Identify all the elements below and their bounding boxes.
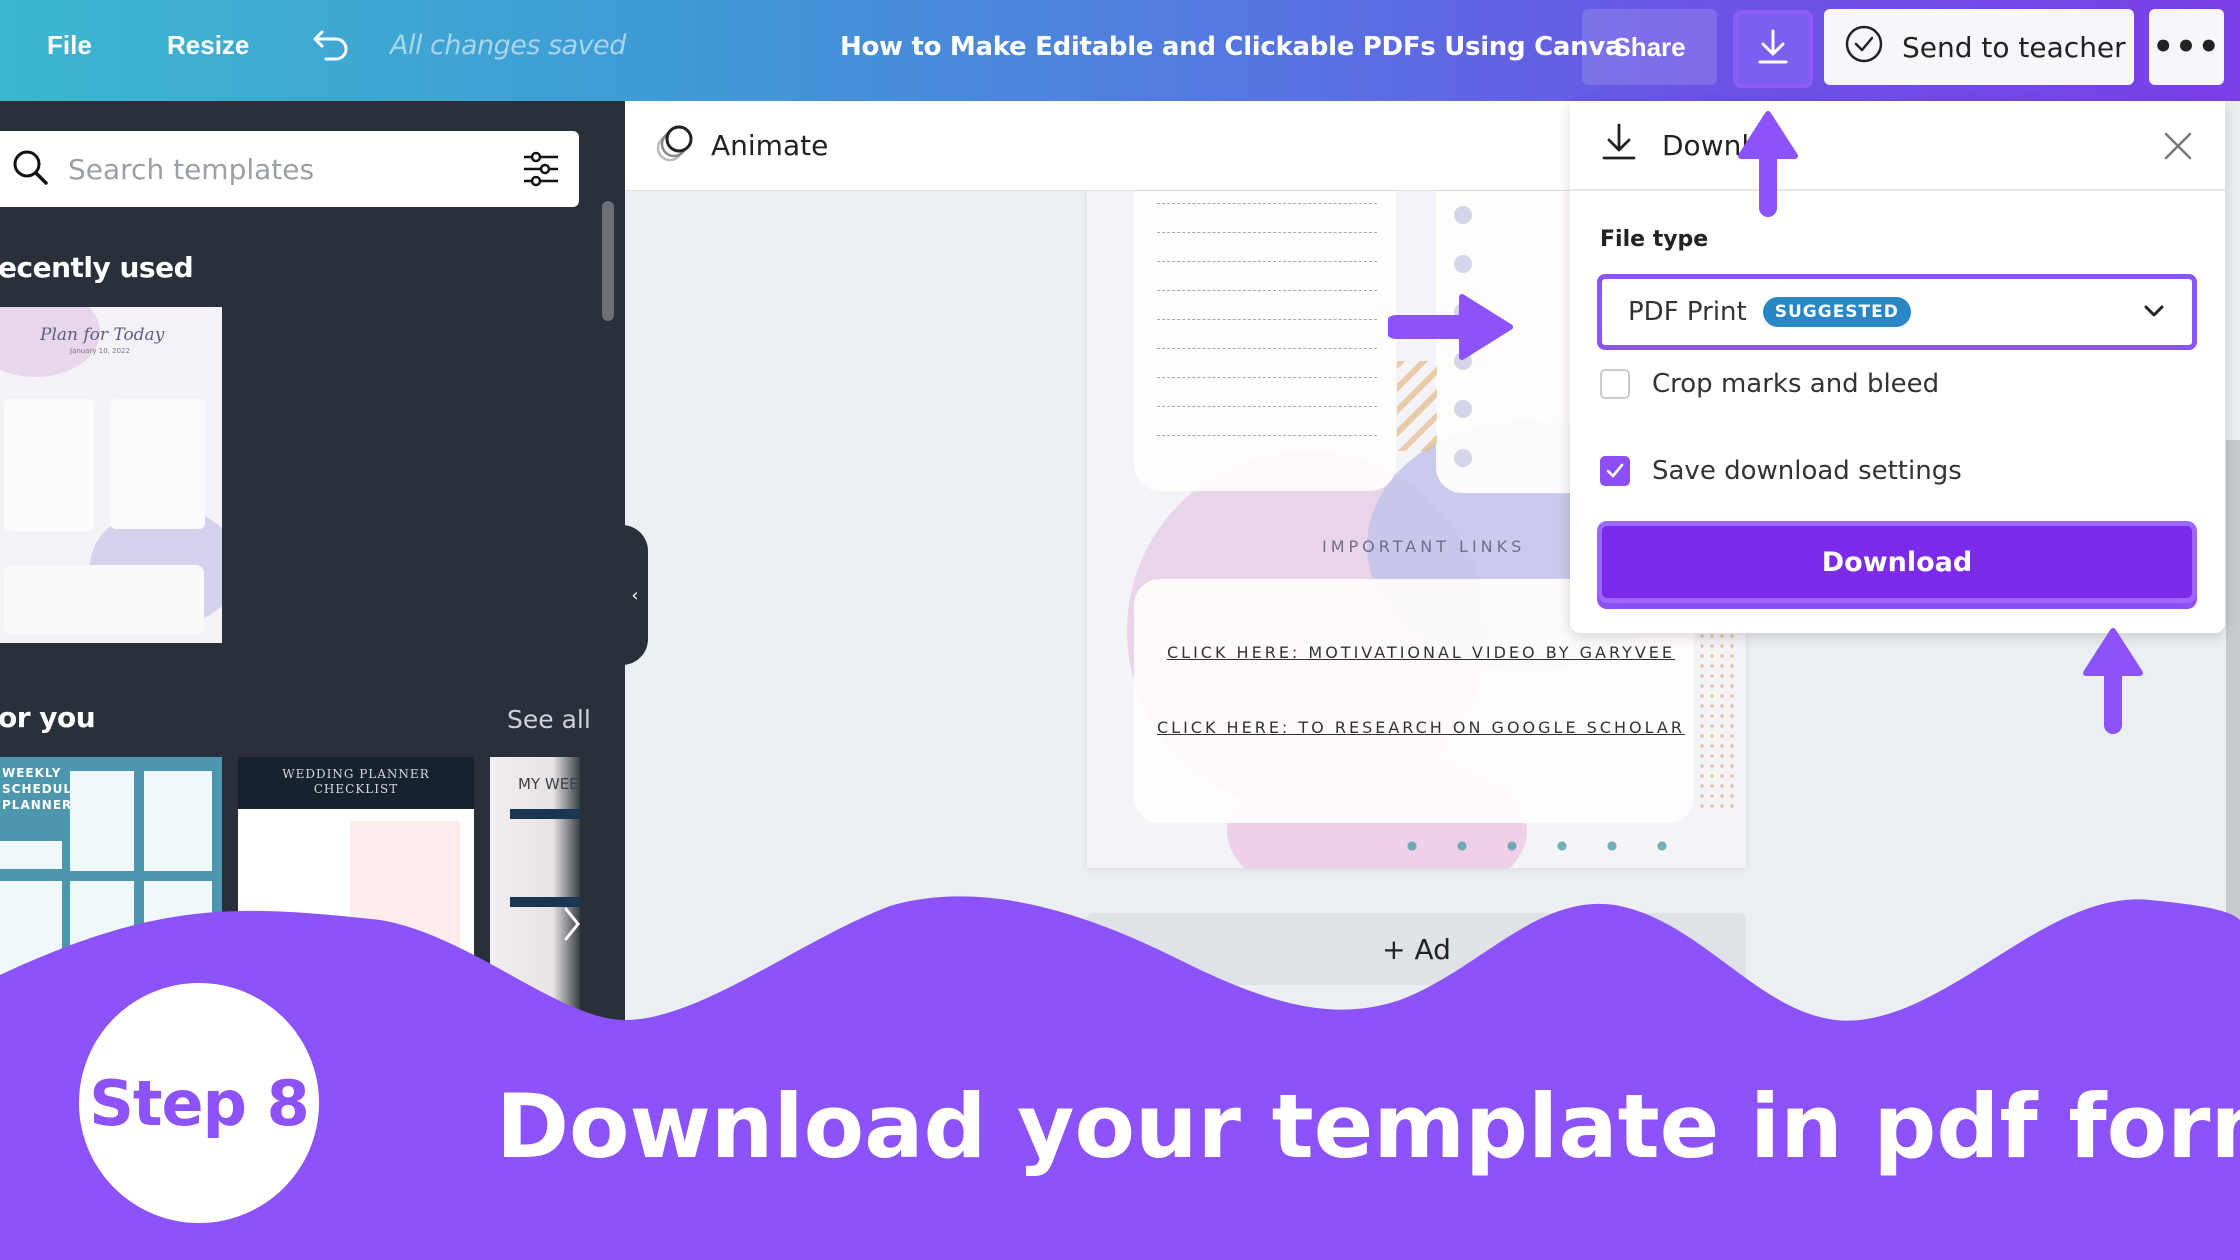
arrow-up-icon (2083, 628, 2143, 734)
thumbnail-cell (0, 841, 62, 869)
thumbnail-cell (70, 771, 134, 871)
download-icon (1600, 122, 1638, 169)
file-menu[interactable]: File (47, 30, 92, 61)
see-all-link[interactable]: See all (507, 705, 591, 734)
top-bar: File Resize All changes saved How to Mak… (0, 0, 2240, 101)
goal-dot (1454, 206, 1472, 224)
important-links-heading: IMPORTANT LINKS (1322, 537, 1526, 556)
todo-line (1157, 261, 1377, 262)
link-motivational-video[interactable]: CLICK HERE: MOTIVATIONAL VIDEO BY GARYVE… (1167, 643, 1675, 662)
download-panel-header: Downlo (1570, 101, 2225, 191)
thumbnail-title: WEDDING PLANNER CHECKLIST (238, 757, 474, 809)
glitter-stroke (1397, 361, 1437, 451)
filter-icon[interactable] (521, 149, 561, 193)
search-input[interactable] (68, 152, 488, 186)
thumbnail-notes-card (4, 565, 204, 635)
suggested-badge: SUGGESTED (1762, 297, 1911, 327)
more-options-button[interactable]: ••• (2149, 9, 2224, 85)
arrow-right-icon (1388, 294, 1513, 360)
more-icon: ••• (2152, 27, 2221, 67)
share-button[interactable]: Share (1582, 9, 1717, 85)
goal-dot (1454, 254, 1472, 273)
thumbnail-goal-card (110, 399, 205, 529)
todo-line (1157, 203, 1377, 204)
todo-line (1157, 232, 1377, 233)
save-settings-checkbox[interactable] (1600, 456, 1630, 486)
todo-line (1157, 348, 1377, 349)
thumbnail-title: WEEKLY SCHEDULE PLANNER (2, 766, 82, 812)
send-to-teacher-label: Send to teacher (1902, 30, 2126, 64)
save-settings-option[interactable]: Save download settings (1600, 456, 1962, 486)
thumbnail-cell (144, 771, 212, 871)
animate-button[interactable]: Animate (711, 129, 828, 162)
close-icon[interactable] (2161, 129, 2195, 163)
wave-banner (0, 896, 2240, 1260)
arrow-up-icon (1738, 111, 1798, 217)
animate-icon (655, 123, 697, 169)
resize-menu[interactable]: Resize (167, 30, 249, 61)
goal-dot (1454, 400, 1472, 418)
crop-marks-checkbox[interactable] (1600, 369, 1630, 399)
recently-used-heading: ecently used (0, 251, 194, 284)
file-type-value: PDF Print (1628, 297, 1747, 327)
thumbnail-title: MY WEE (518, 775, 579, 793)
document-title[interactable]: How to Make Editable and Clickable PDFs … (840, 32, 1623, 62)
todo-line (1157, 435, 1377, 436)
link-google-scholar[interactable]: CLICK HERE: TO RESEARCH ON GOOGLE SCHOLA… (1157, 718, 1685, 737)
file-type-label: File type (1600, 227, 1709, 252)
download-button[interactable]: Download (1597, 521, 2197, 603)
recent-template-thumbnail[interactable]: Plan for Today January 10, 2022 (0, 307, 222, 643)
check-icon (1606, 463, 1624, 478)
download-toolbar-button[interactable] (1733, 10, 1813, 88)
todo-list-card (1134, 191, 1396, 491)
todo-line (1157, 406, 1377, 407)
canvas-scrollbar[interactable] (2226, 440, 2240, 920)
save-settings-label: Save download settings (1652, 456, 1962, 486)
crop-marks-label: Crop marks and bleed (1652, 369, 1940, 399)
todo-line (1157, 377, 1377, 378)
file-type-select[interactable]: PDF Print SUGGESTED (1597, 274, 2197, 350)
check-circle-icon (1844, 24, 1884, 71)
chevron-left-icon: ‹ (631, 584, 639, 606)
search-box[interactable] (0, 131, 579, 207)
goal-dot (1454, 448, 1472, 467)
send-to-teacher-button[interactable]: Send to teacher (1824, 9, 2134, 85)
todo-line (1157, 290, 1377, 291)
thumbnail-date: January 10, 2022 (70, 347, 130, 355)
teal-dots (1387, 831, 1667, 861)
step-caption: Download your template in pdf format (496, 1075, 2240, 1178)
chevron-down-icon (2142, 301, 2166, 325)
download-panel: Downlo File type PDF Print SUGGESTED Cro… (1570, 101, 2225, 633)
sidebar-scrollbar[interactable] (602, 201, 614, 321)
download-icon (1755, 28, 1791, 70)
thumbnail-todo-card (4, 399, 94, 531)
collapse-sidebar-button[interactable]: ‹ (622, 525, 648, 665)
save-status: All changes saved (390, 30, 626, 61)
undo-icon[interactable] (312, 28, 352, 70)
thumbnail-title: Plan for Today (40, 325, 165, 345)
todo-line (1157, 319, 1377, 320)
crop-marks-option[interactable]: Crop marks and bleed (1600, 369, 1939, 399)
thumbnail-bar (510, 809, 580, 819)
editor-toolbar: Animate (625, 101, 1570, 191)
search-icon (10, 147, 50, 191)
step-badge: Step 8 (79, 983, 319, 1223)
for-you-heading: or you (0, 701, 96, 734)
